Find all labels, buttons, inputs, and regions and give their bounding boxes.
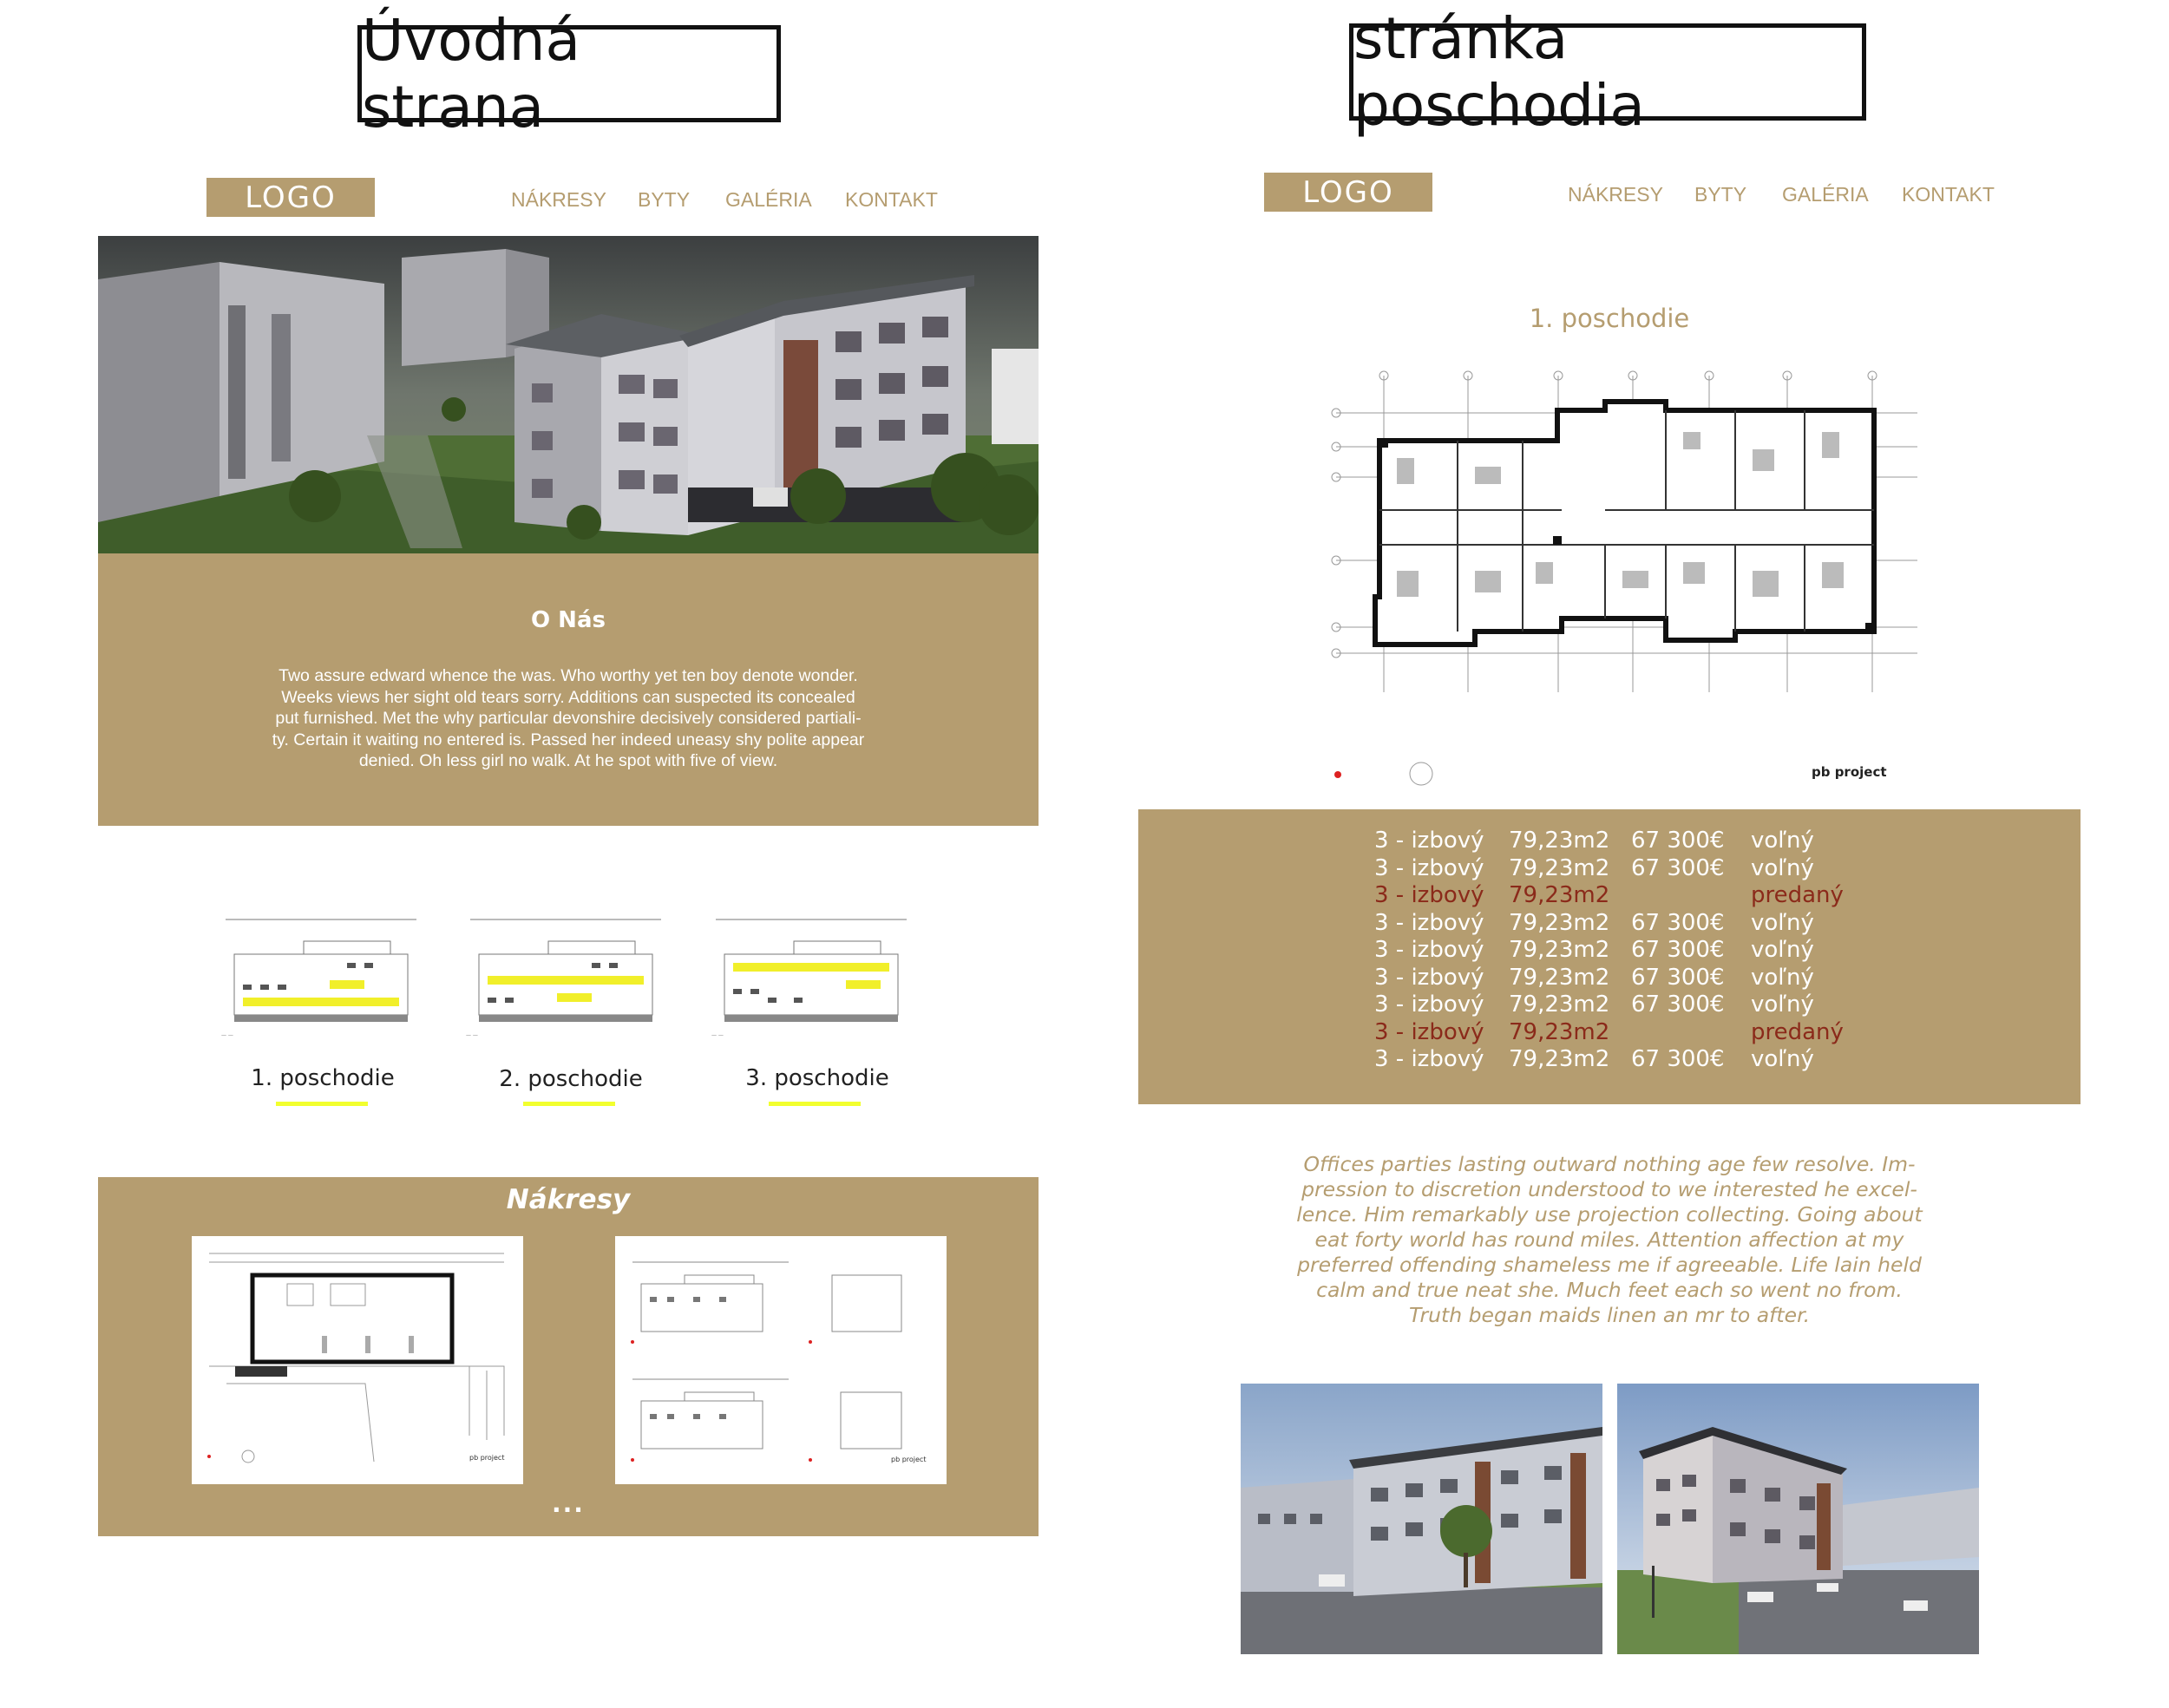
- apartment-type: 3 - izbový: [1374, 991, 1484, 1018]
- apartment-area: 79,23m2: [1509, 937, 1610, 963]
- apartment-status: voľný: [1751, 828, 1814, 854]
- apartment-price: 67 300€: [1631, 991, 1725, 1018]
- nakresy-more-link[interactable]: ...: [98, 1489, 1039, 1518]
- floor-link-3[interactable]: 3. poschodie: [722, 1065, 913, 1091]
- floor-description-line: preferred offending shameless me if agre…: [1297, 1253, 1922, 1277]
- left-hero-image: [98, 236, 1039, 553]
- apartment-type: 3 - izbový: [1374, 909, 1484, 936]
- apartment-status: predaný: [1751, 1018, 1844, 1045]
- svg-text:— —: — —: [221, 1032, 233, 1038]
- about-text: Two assure edward whence the was. Who wo…: [228, 665, 908, 772]
- right-nav-byty[interactable]: BYTY: [1694, 183, 1746, 206]
- plan-brand-label: pb project: [891, 1456, 926, 1463]
- right-logo[interactable]: LOGO: [1264, 173, 1432, 212]
- apartment-type: 3 - izbový: [1374, 937, 1484, 963]
- floor-link-1[interactable]: 1. poschodie: [227, 1065, 418, 1091]
- left-nav-byty[interactable]: BYTY: [638, 188, 690, 212]
- right-nav-kontakt[interactable]: KONTAKT: [1902, 183, 1995, 206]
- floor-plan-svg: pb project: [1331, 370, 1917, 786]
- apartment-area: 79,23m2: [1509, 882, 1610, 908]
- about-text-line: Weeks views her sight old tears sorry. A…: [281, 687, 855, 707]
- nakresy-ground-plan-sheet[interactable]: pb project: [192, 1236, 523, 1484]
- about-text-line: ty. Certain it waiting no entered is. Pa…: [272, 730, 865, 749]
- floor-plan-brand: pb project: [1812, 764, 1887, 780]
- apartment-status: predaný: [1751, 882, 1844, 908]
- floor-plan-drawing[interactable]: pb project: [1319, 363, 1926, 796]
- apartment-price: 67 300€: [1631, 854, 1725, 881]
- floor-link-2-underline: [523, 1102, 615, 1106]
- floor-link-1-underline: [276, 1102, 368, 1106]
- apartment-type: 3 - izbový: [1374, 828, 1484, 854]
- apartment-price: 67 300€: [1631, 937, 1725, 963]
- apartment-area: 79,23m2: [1509, 964, 1610, 991]
- floor-link-3-underline: [769, 1102, 861, 1106]
- floor-3-elevation-thumb[interactable]: — —: [707, 911, 915, 1041]
- about-text-line: put furnished. Met the why particular de…: [275, 709, 862, 728]
- about-section: O Nás Two assure edward whence the was. …: [98, 553, 1039, 826]
- elevations-drawing: pb project: [631, 1261, 926, 1463]
- apartment-price: 67 300€: [1631, 909, 1725, 936]
- floor-link-2[interactable]: 2. poschodie: [475, 1066, 666, 1092]
- about-text-line: denied. Oh less girl no walk. At he spot…: [358, 751, 778, 770]
- left-nav-kontakt[interactable]: KONTAKT: [845, 188, 938, 212]
- apartment-area: 79,23m2: [1509, 828, 1610, 854]
- apartment-price: 67 300€: [1631, 964, 1725, 991]
- apartment-status: voľný: [1751, 964, 1814, 991]
- apartment-area: 79,23m2: [1509, 909, 1610, 936]
- apartment-type: 3 - izbový: [1374, 1018, 1484, 1045]
- apartment-type: 3 - izbový: [1374, 854, 1484, 881]
- right-nav-galeria[interactable]: GALÉRIA: [1782, 183, 1869, 206]
- apartment-area: 79,23m2: [1509, 1046, 1610, 1072]
- about-title: O Nás: [531, 607, 606, 633]
- floor-page-title: 1. poschodie: [1529, 304, 1690, 333]
- apartment-status: voľný: [1751, 991, 1814, 1018]
- apartment-type: 3 - izbový: [1374, 1046, 1484, 1072]
- apartment-area: 79,23m2: [1509, 991, 1610, 1018]
- right-nav-nakresy[interactable]: NÁKRESY: [1568, 183, 1663, 206]
- floor-description-line: Truth began maids linen an mr to after.: [1408, 1303, 1811, 1327]
- right-logo-text: LOGO: [1302, 174, 1394, 210]
- apartment-status: voľný: [1751, 937, 1814, 963]
- left-mockup-heading-text: Úvodná strana: [362, 7, 580, 141]
- left-nav-galeria[interactable]: GALÉRIA: [725, 188, 812, 212]
- building-photo-illustration: [1241, 1384, 1602, 1654]
- svg-text:— —: — —: [711, 1032, 724, 1038]
- nakresy-section: Nákresy pb project pb project ...: [98, 1177, 1039, 1536]
- left-mockup-heading: Úvodná strana: [357, 7, 781, 141]
- about-text-line: Two assure edward whence the was. Who wo…: [278, 666, 858, 685]
- floor-description-line: pression to discretion understood to we …: [1301, 1177, 1917, 1201]
- apartment-type: 3 - izbový: [1374, 964, 1484, 991]
- floor-description-line: Offices parties lasting outward nothing …: [1303, 1152, 1916, 1176]
- ground-plan-drawing: pb project: [207, 1253, 505, 1463]
- left-logo-text: LOGO: [245, 180, 337, 215]
- building-photo-illustration: [1617, 1384, 1979, 1654]
- floor-1-elevation-thumb[interactable]: — —: [217, 911, 425, 1041]
- apartment-status: voľný: [1751, 854, 1814, 881]
- plan-brand-label: pb project: [469, 1454, 504, 1462]
- apartment-type: 3 - izbový: [1374, 882, 1484, 908]
- nakresy-title: Nákresy: [506, 1184, 631, 1215]
- gallery-photo-1[interactable]: [1241, 1384, 1602, 1654]
- apartment-area: 79,23m2: [1509, 854, 1610, 881]
- svg-text:— —: — —: [466, 1032, 478, 1038]
- left-nav-nakresy[interactable]: NÁKRESY: [511, 188, 606, 212]
- apartment-status: voľný: [1751, 1046, 1814, 1072]
- building-render-illustration: [98, 236, 1039, 553]
- left-logo[interactable]: LOGO: [206, 178, 375, 217]
- apartment-area: 79,23m2: [1509, 1018, 1610, 1045]
- apartments-table: 3 - izbový 79,23m2 67 300€ voľný 3 - izbový 7…: [1138, 809, 2081, 1104]
- floor-description-line: eat forty world has round miles. Attenti…: [1314, 1227, 1904, 1252]
- nakresy-elevations-sheet[interactable]: pb project: [615, 1236, 947, 1484]
- right-mockup-heading-text: stránka poschodia: [1353, 5, 1645, 139]
- apartment-price: 67 300€: [1631, 828, 1725, 854]
- floor-description-line: lence. Him remarkably use projection col…: [1296, 1202, 1923, 1227]
- floor-description-line: calm and true neat she. Much feet each s…: [1316, 1278, 1903, 1302]
- gallery-photo-2[interactable]: [1617, 1384, 1979, 1654]
- right-mockup-heading: stránka poschodia: [1349, 5, 1866, 139]
- apartment-price: 67 300€: [1631, 1046, 1725, 1072]
- apartment-status: voľný: [1751, 909, 1814, 936]
- floor-2-elevation-thumb[interactable]: — —: [462, 911, 670, 1041]
- floor-description: Offices parties lasting outward nothing …: [1258, 1152, 1961, 1328]
